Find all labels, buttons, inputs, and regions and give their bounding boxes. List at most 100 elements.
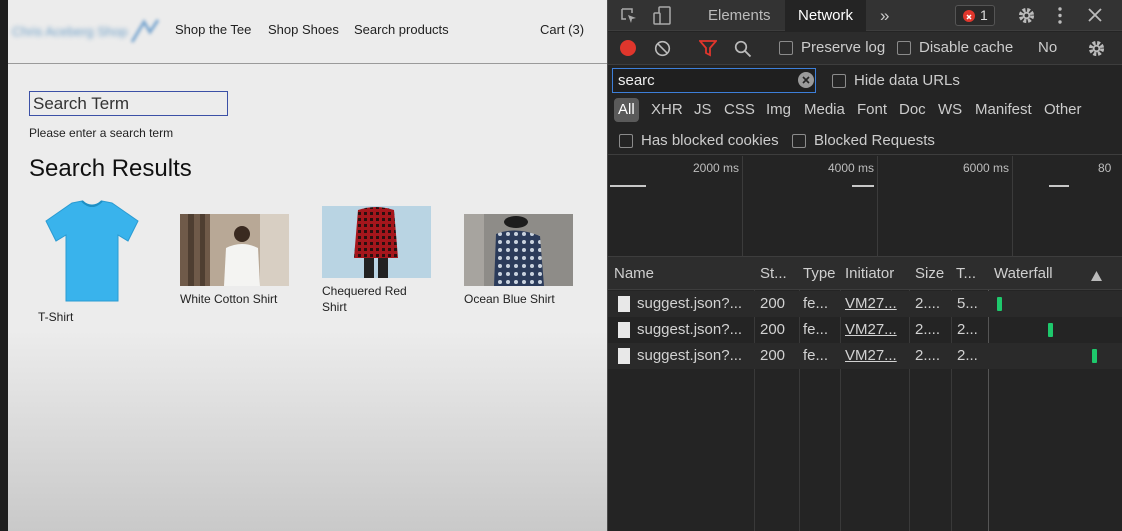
table-row[interactable]: suggest.json?... 200 fe... VM27... 2....…	[608, 291, 1122, 317]
settings-gear-icon[interactable]	[1017, 6, 1036, 29]
table-header: Name St... Type Initiator Size T... Wate…	[608, 257, 1122, 290]
tab-network[interactable]: Network	[785, 0, 867, 31]
timeline-gridline	[877, 156, 878, 257]
kebab-menu-icon[interactable]	[1057, 6, 1063, 29]
product-card[interactable]: Ocean Blue Shirt	[464, 214, 579, 314]
more-tabs-icon[interactable]: »	[880, 0, 889, 31]
checkbox-box	[792, 133, 806, 148]
table-row[interactable]: suggest.json?... 200 fe... VM27... 2....…	[608, 317, 1122, 343]
search-icon[interactable]	[734, 40, 752, 62]
blocked-requests-checkbox[interactable]: Blocked Requests	[792, 132, 935, 149]
request-initiator-link[interactable]: VM27...	[845, 317, 897, 343]
nav-shop-shoes[interactable]: Shop Shoes	[268, 22, 339, 37]
timeline-label: 6000 ms	[963, 161, 1010, 175]
search-hint: Please enter a search term	[29, 126, 174, 140]
type-filter-img[interactable]: Img	[766, 98, 791, 122]
network-settings-gear-icon[interactable]	[1087, 39, 1106, 62]
nav-shop-the-tee[interactable]: Shop the Tee	[175, 22, 251, 37]
clear-icon[interactable]	[654, 40, 671, 61]
product-card[interactable]: Chequered Red Shirt	[322, 206, 437, 318]
request-time: 5...	[957, 295, 978, 312]
sort-ascending-icon[interactable]	[1091, 268, 1102, 285]
product-name: White Cotton Shirt	[180, 292, 278, 306]
request-name: suggest.json?...	[637, 295, 743, 312]
filter-input[interactable]	[612, 68, 816, 93]
disable-cache-label: Disable cache	[919, 39, 1014, 56]
request-size: 2....	[915, 347, 941, 364]
checkbox-box	[897, 40, 911, 55]
web-page: Chris Aceberg Shop Shop the Tee Shop Sho…	[8, 0, 607, 531]
request-initiator-link[interactable]: VM27...	[845, 291, 897, 317]
preserve-log-checkbox[interactable]: Preserve log	[779, 39, 885, 56]
type-filter-manifest[interactable]: Manifest	[975, 98, 1032, 122]
nav-cart[interactable]: Cart (3)	[540, 22, 584, 37]
file-icon	[618, 296, 630, 312]
checkbox-box	[619, 133, 633, 148]
file-icon	[618, 322, 630, 338]
request-time: 2...	[957, 347, 978, 364]
results-title: Search Results	[29, 155, 192, 182]
column-header-size[interactable]: Size	[915, 257, 949, 290]
request-type: fe...	[803, 295, 829, 312]
timeline-label: 2000 ms	[693, 161, 740, 175]
nav-search-products[interactable]: Search products	[354, 22, 449, 37]
timeline-overview[interactable]: 2000 ms 4000 ms 6000 ms 80	[608, 156, 1122, 257]
file-icon	[618, 348, 630, 364]
product-card[interactable]: T-Shirt	[32, 199, 152, 329]
type-filter-media[interactable]: Media	[804, 98, 845, 122]
timeline-label: 4000 ms	[828, 161, 875, 175]
blocked-filters: Has blocked cookies Blocked Requests	[608, 126, 1122, 155]
error-icon	[963, 10, 975, 22]
inspect-element-icon[interactable]	[620, 7, 638, 29]
device-toolbar-icon[interactable]	[652, 6, 672, 30]
logo-mark-icon	[130, 19, 160, 43]
request-status: 200	[760, 347, 786, 364]
column-header-waterfall[interactable]: Waterfall	[994, 257, 1084, 290]
type-filter-js[interactable]: JS	[694, 98, 712, 122]
type-filter-other[interactable]: Other	[1044, 98, 1082, 122]
waterfall-bar	[997, 297, 1002, 311]
type-filter-css[interactable]: CSS	[724, 98, 755, 122]
request-size: 2....	[915, 295, 941, 312]
has-blocked-cookies-checkbox[interactable]: Has blocked cookies	[619, 132, 779, 149]
site-logo[interactable]: Chris Aceberg Shop	[12, 18, 160, 44]
request-type: fe...	[803, 347, 829, 364]
error-counter[interactable]: 1	[955, 5, 995, 26]
devtools-tab-bar: Elements Network » 1	[608, 0, 1122, 31]
type-filter-doc[interactable]: Doc	[899, 98, 926, 122]
timeline-label: 80	[1098, 161, 1112, 175]
filter-icon[interactable]	[698, 40, 718, 61]
column-header-type[interactable]: Type	[803, 257, 839, 290]
table-row[interactable]: suggest.json?... 200 fe... VM27... 2....…	[608, 343, 1122, 369]
hide-data-urls-checkbox[interactable]: Hide data URLs	[832, 72, 960, 89]
record-icon[interactable]	[620, 40, 636, 56]
throttling-select[interactable]: No	[1038, 39, 1057, 56]
close-icon[interactable]	[1087, 7, 1103, 27]
site-header: Chris Aceberg Shop Shop the Tee Shop Sho…	[8, 0, 607, 64]
type-filter-xhr[interactable]: XHR	[651, 98, 683, 122]
tab-elements[interactable]: Elements	[708, 0, 771, 31]
type-filter-all[interactable]: All	[614, 98, 639, 122]
timeline-request-bar	[610, 185, 646, 187]
type-filter-ws[interactable]: WS	[938, 98, 962, 122]
column-header-name[interactable]: Name	[614, 257, 750, 290]
request-status: 200	[760, 321, 786, 338]
column-header-time[interactable]: T...	[956, 257, 986, 290]
product-card[interactable]: White Cotton Shirt	[180, 214, 295, 314]
white-shirt-photo	[180, 214, 289, 286]
column-header-status[interactable]: St...	[760, 257, 796, 290]
column-header-initiator[interactable]: Initiator	[845, 257, 907, 290]
request-initiator-link[interactable]: VM27...	[845, 343, 897, 369]
type-filter-font[interactable]: Font	[857, 98, 887, 122]
request-name: suggest.json?...	[637, 347, 743, 364]
timeline-request-bar	[1049, 185, 1069, 187]
preserve-log-label: Preserve log	[801, 39, 886, 56]
clear-filter-icon[interactable]	[798, 72, 814, 88]
red-shirt-photo	[322, 206, 431, 278]
network-toolbar: Preserve log Disable cache No	[608, 32, 1122, 65]
disable-cache-checkbox[interactable]: Disable cache	[897, 39, 1013, 56]
request-status: 200	[760, 295, 786, 312]
blue-shirt-photo	[464, 214, 573, 286]
error-count: 1	[980, 7, 988, 23]
search-input[interactable]	[29, 91, 228, 116]
